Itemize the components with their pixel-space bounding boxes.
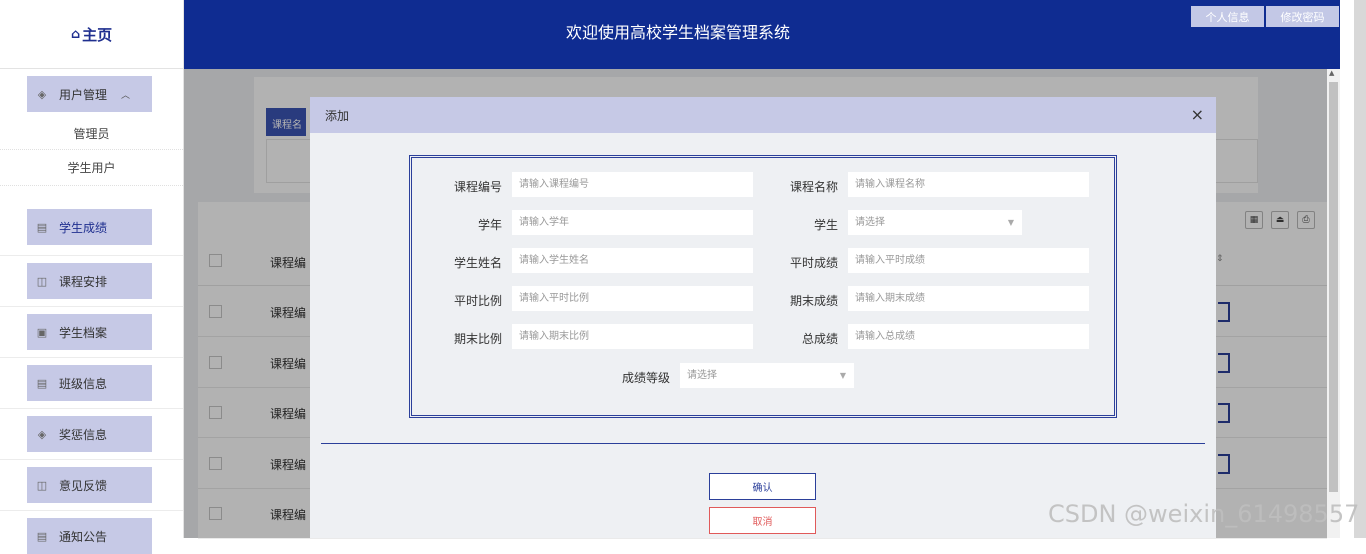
clipboard-icon: ◫ <box>36 274 48 288</box>
list-icon: ▤ <box>36 220 48 234</box>
caret-down-icon: ▼ <box>1007 218 1014 227</box>
year-input[interactable]: 请输入学年 <box>512 210 753 235</box>
menu-group-rewards: ◈ 奖惩信息 <box>0 409 183 460</box>
student-select[interactable]: 请选择 ▼ <box>848 210 1022 235</box>
chevron-up-icon: ︿ <box>121 90 131 101</box>
total-score-input[interactable]: 请输入总成绩 <box>848 324 1089 349</box>
menu-user-management-label: 用户管理 <box>59 87 108 102</box>
year-label: 学年 <box>477 218 502 232</box>
cancel-button[interactable]: 取消 <box>709 507 816 534</box>
usual-ratio-input[interactable]: 请输入平时比例 <box>512 286 753 311</box>
layers-icon: ◈ <box>37 427 47 441</box>
menu-class-info-label: 班级信息 <box>59 376 108 391</box>
menu-student-archive-label: 学生档案 <box>59 325 108 340</box>
profile-button[interactable]: 个人信息 <box>1191 6 1264 27</box>
top-header: 欢迎使用高校学生档案管理系统 个人信息 修改密码 <box>184 0 1354 69</box>
final-ratio-input[interactable]: 请输入期末比例 <box>512 324 753 349</box>
menu-group-feedback: ◫ 意见反馈 <box>0 460 183 511</box>
student-name-input[interactable]: 请输入学生姓名 <box>512 248 753 273</box>
menu-notice[interactable]: ▤ 通知公告 <box>27 518 152 554</box>
total-score-label: 总成绩 <box>801 332 838 346</box>
course-no-input[interactable]: 请输入课程编号 <box>512 172 753 197</box>
menu-group-archive: ▣ 学生档案 <box>0 307 183 358</box>
menu-course-schedule-label: 课程安排 <box>59 274 108 289</box>
system-title: 欢迎使用高校学生档案管理系统 <box>565 23 790 42</box>
menu-notice-label: 通知公告 <box>59 529 108 544</box>
scroll-up-icon[interactable]: ▲ <box>1329 69 1334 77</box>
menu-student-scores-label: 学生成绩 <box>59 220 108 235</box>
sidebar-item-admin[interactable]: 管理员 <box>0 118 183 150</box>
final-ratio-label: 期末比例 <box>453 332 502 346</box>
menu-student-scores[interactable]: ▤ 学生成绩 <box>27 209 152 245</box>
menu-rewards-info[interactable]: ◈ 奖惩信息 <box>27 416 152 452</box>
menu-user-management[interactable]: ◈ 用户管理 ︿ <box>27 76 152 112</box>
dialog-header: 添加 × <box>310 97 1216 133</box>
course-no-label: 课程编号 <box>453 180 502 194</box>
menu-student-archive[interactable]: ▣ 学生档案 <box>27 314 152 350</box>
menu-group-notice: ▤ 通知公告 <box>0 511 183 554</box>
usual-ratio-label: 平时比例 <box>453 294 502 308</box>
add-dialog: 添加 × 课程编号 请输入课程编号 课程名称 请输入课程名称 学年 请输入学年 … <box>310 97 1216 538</box>
grade-select-value: 请选择 <box>687 370 717 381</box>
student-label: 学生 <box>813 218 838 232</box>
grade-label: 成绩等级 <box>621 371 670 385</box>
change-password-button[interactable]: 修改密码 <box>1266 6 1339 27</box>
add-form: 课程编号 请输入课程编号 课程名称 请输入课程名称 学年 请输入学年 学生 请选… <box>409 155 1117 418</box>
home-icon: ⌂ <box>70 26 81 42</box>
sidebar: ⌂ 主页 ◈ 用户管理 ︿ 管理员 学生用户 ▤ 学生成绩 ◫ 课程安排 ▣ 学… <box>0 0 184 554</box>
home-label: 主页 <box>82 25 113 44</box>
right-gutter <box>1340 0 1354 538</box>
menu-rewards-info-label: 奖惩信息 <box>59 427 108 442</box>
menu-group-scores: ▤ 学生成绩 <box>0 205 183 256</box>
close-icon[interactable]: × <box>1191 105 1204 124</box>
usual-score-label: 平时成绩 <box>789 256 838 270</box>
grade-select[interactable]: 请选择 ▼ <box>680 363 854 388</box>
caret-down-icon: ▼ <box>839 371 846 380</box>
menu-feedback[interactable]: ◫ 意见反馈 <box>27 467 152 503</box>
course-name-label: 课程名称 <box>789 180 838 194</box>
student-name-label: 学生姓名 <box>453 256 502 270</box>
dialog-title: 添加 <box>325 108 350 123</box>
dialog-divider <box>321 443 1205 444</box>
scrollbar-thumb[interactable] <box>1329 82 1338 492</box>
main-scrollbar[interactable]: ▲ <box>1327 69 1340 538</box>
student-select-value: 请选择 <box>855 217 885 228</box>
usual-score-input[interactable]: 请输入平时成绩 <box>848 248 1089 273</box>
clipboard-icon: ◫ <box>36 478 48 492</box>
sidebar-item-student-users[interactable]: 学生用户 <box>0 150 183 186</box>
home-link[interactable]: ⌂ 主页 <box>0 0 183 69</box>
menu-group-course: ◫ 课程安排 <box>0 256 183 307</box>
menu-course-schedule[interactable]: ◫ 课程安排 <box>27 263 152 299</box>
menu-group-user-management: ◈ 用户管理 ︿ <box>0 69 183 120</box>
folder-icon: ▣ <box>36 325 48 339</box>
watermark: CSDN @weixin_61498557 <box>1048 500 1360 528</box>
list-icon: ▤ <box>36 376 48 390</box>
confirm-button[interactable]: 确认 <box>709 473 816 500</box>
menu-class-info[interactable]: ▤ 班级信息 <box>27 365 152 401</box>
menu-group-class: ▤ 班级信息 <box>0 358 183 409</box>
final-score-input[interactable]: 请输入期末成绩 <box>848 286 1089 311</box>
menu-feedback-label: 意见反馈 <box>59 478 108 493</box>
final-score-label: 期末成绩 <box>789 294 838 308</box>
course-name-input[interactable]: 请输入课程名称 <box>848 172 1089 197</box>
window-edge <box>1354 0 1366 538</box>
list-icon: ▤ <box>36 529 48 543</box>
layers-icon: ◈ <box>37 87 47 101</box>
